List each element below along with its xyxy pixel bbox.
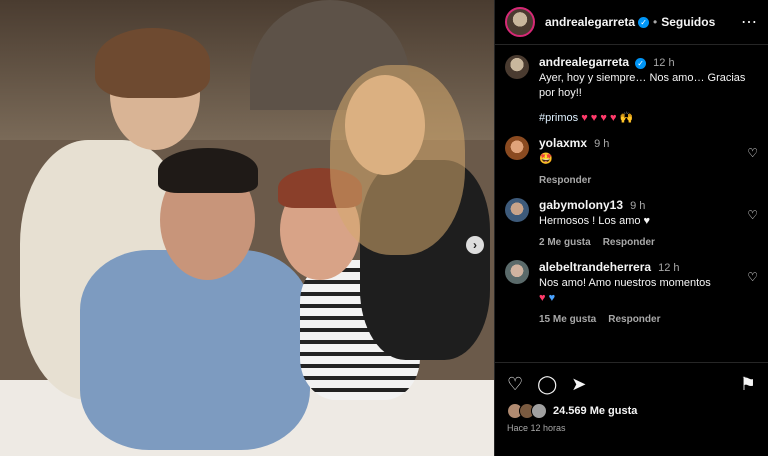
caption-username[interactable]: andrealegarreta — [539, 55, 629, 69]
comment-likes-count[interactable]: 15 Me gusta — [539, 314, 596, 325]
following-button[interactable]: Seguidos — [661, 15, 715, 29]
commenter-avatar[interactable] — [505, 136, 529, 160]
comment-row: alebeltrandeherrera 12 h Nos amo! Amo nu… — [505, 260, 758, 327]
likes-summary[interactable]: 24.569 Me gusta — [507, 403, 756, 419]
comment-likes-count[interactable]: 2 Me gusta — [539, 237, 591, 248]
comment-text: Nos amo! Amo nuestros momentos — [539, 277, 711, 289]
comment-row: gabymolony13 9 h Hermosos ! Los amo ♥ 2 … — [505, 198, 758, 250]
comment-time: 9 h — [630, 200, 646, 212]
verified-icon: ✓ — [638, 16, 650, 28]
comment-text: Hermosos ! Los amo ♥ — [539, 215, 651, 227]
pink-heart-emoji-icon: ♥ — [539, 292, 546, 304]
author-avatar[interactable] — [505, 7, 535, 37]
comments-section: andrealegarreta ✓ 12 h Ayer, hoy y siemp… — [495, 45, 768, 327]
like-comment-icon[interactable]: ♡ — [747, 270, 758, 284]
comment-text: 🤩 — [539, 153, 553, 165]
person-plaid-shirt — [80, 250, 310, 450]
raised-hands-emoji-icon: 🙌 — [619, 112, 634, 124]
instagram-post-view: › andrealegarreta ✓ • Seguidos ⋯ andreal… — [0, 0, 768, 456]
hair-left-woman — [95, 28, 210, 98]
hashtag-link[interactable]: #primos — [539, 112, 578, 124]
comment-username[interactable]: gabymolony13 — [539, 198, 623, 212]
comment-time: 9 h — [594, 138, 610, 150]
heart-emoji-icon: ♥ ♥ ♥ ♥ — [581, 112, 617, 124]
commenter-avatar[interactable] — [505, 198, 529, 222]
more-options-icon[interactable]: ⋯ — [741, 12, 758, 32]
caption-time: 12 h — [653, 57, 675, 69]
hair-blonde-woman — [330, 65, 465, 255]
like-comment-icon[interactable]: ♡ — [747, 208, 758, 222]
separator-dot: • — [653, 15, 658, 29]
caption-row: andrealegarreta ✓ 12 h Ayer, hoy y siemp… — [505, 55, 758, 126]
commenter-avatar[interactable] — [505, 260, 529, 284]
chevron-right-icon: › — [473, 238, 477, 252]
blue-heart-emoji-icon: ♥ — [548, 292, 556, 304]
post-side-panel: andrealegarreta ✓ • Seguidos ⋯ andrealeg… — [494, 0, 768, 456]
reply-button[interactable]: Responder — [603, 237, 655, 248]
heart-icon[interactable]: ♡ — [507, 374, 523, 395]
comment-row: yolaxmx 9 h 🤩 Responder ♡ — [505, 136, 758, 188]
reply-button[interactable]: Responder — [608, 314, 660, 325]
author-username[interactable]: andrealegarreta — [545, 15, 635, 29]
post-header: andrealegarreta ✓ • Seguidos ⋯ — [495, 0, 768, 45]
comment-username[interactable]: alebeltrandeherrera — [539, 260, 651, 274]
caption-text: Ayer, hoy y siempre… Nos amo… Gracias po… — [539, 72, 746, 99]
like-comment-icon[interactable]: ♡ — [747, 146, 758, 160]
caption-avatar[interactable] — [505, 55, 529, 79]
post-photo[interactable]: › — [0, 0, 494, 456]
comment-username[interactable]: yolaxmx — [539, 136, 587, 150]
reply-button[interactable]: Responder — [539, 175, 591, 186]
liker-avatar — [531, 403, 547, 419]
share-icon[interactable]: ➤ — [571, 374, 586, 395]
likes-count[interactable]: 24.569 Me gusta — [553, 405, 637, 417]
hair-man — [158, 148, 258, 193]
bookmark-icon[interactable]: ⚑ — [740, 374, 756, 395]
post-time-ago: Hace 12 horas — [507, 423, 566, 433]
verified-icon: ✓ — [635, 57, 647, 69]
next-photo-button[interactable]: › — [466, 236, 484, 254]
comment-icon[interactable]: ◯ — [537, 374, 557, 395]
comment-time: 12 h — [658, 262, 680, 274]
post-actions: ♡ ◯ ➤ ⚑ 24.569 Me gusta Hace 12 horas — [495, 362, 768, 433]
